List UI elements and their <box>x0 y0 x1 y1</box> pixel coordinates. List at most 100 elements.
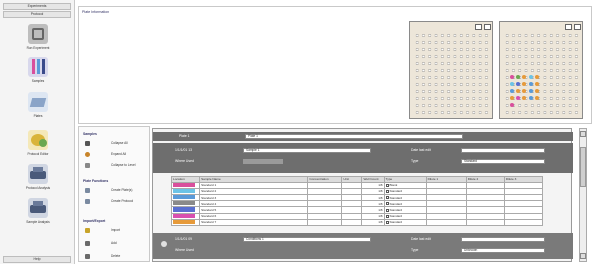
plate-view-2[interactable] <box>499 21 583 119</box>
plate-view-1[interactable] <box>409 21 493 119</box>
well[interactable] <box>516 89 520 93</box>
import-button[interactable]: Import <box>85 228 147 234</box>
concentration-cell[interactable] <box>307 218 343 226</box>
type-field[interactable]: Unknown <box>461 248 545 253</box>
well[interactable] <box>535 96 539 100</box>
well[interactable] <box>535 89 539 93</box>
delete-button[interactable]: Delete <box>85 254 147 260</box>
well[interactable] <box>522 96 526 100</box>
plate-button-1[interactable] <box>565 24 572 30</box>
type-checkbox[interactable] <box>385 221 389 224</box>
type-value: Standard <box>389 207 403 212</box>
date-last-edit-field[interactable] <box>461 148 545 153</box>
section-title-import-export: Import/Export <box>83 219 106 223</box>
type-checkbox[interactable] <box>385 190 389 194</box>
type-checkbox[interactable] <box>385 214 389 218</box>
well[interactable] <box>529 82 533 86</box>
plate-name-field[interactable]: Plate 1 <box>245 134 463 139</box>
expand-all-button[interactable]: Expand All <box>85 152 147 158</box>
well[interactable] <box>529 75 533 79</box>
type-checkbox[interactable] <box>385 208 389 212</box>
type-checkbox[interactable] <box>385 202 389 206</box>
plate-information-panel: Plate Information <box>78 6 592 124</box>
type-checkbox[interactable] <box>385 183 389 187</box>
scroll-down-button[interactable] <box>580 253 586 259</box>
run-experiment-icon <box>28 24 48 44</box>
create-protocol-icon <box>85 199 90 204</box>
dilute-cell[interactable] <box>465 218 505 226</box>
well[interactable] <box>535 75 539 79</box>
samples-table: Location Sample Name Concentration Unit … <box>170 176 544 226</box>
nav-plates[interactable]: Plates <box>18 92 58 118</box>
section-title-samples: Samples <box>83 132 97 136</box>
well[interactable] <box>510 103 514 107</box>
create-plate-icon <box>85 188 90 193</box>
plate-button-2[interactable] <box>574 24 581 30</box>
sample-name-field[interactable]: Sample 1 <box>243 148 371 153</box>
type-label: Type <box>411 248 419 252</box>
location-cell[interactable] <box>170 218 201 226</box>
add-icon <box>85 241 90 246</box>
collapse-icon <box>85 141 90 146</box>
condition-name-field[interactable]: Conditions 1 <box>243 237 371 242</box>
date-last-edit-field[interactable] <box>461 237 545 242</box>
add-button[interactable]: Add <box>85 241 147 247</box>
nav-help[interactable]: Help <box>3 256 71 263</box>
collapse-level-icon <box>85 163 90 168</box>
nav-protocol-editor[interactable]: Protocol Editor <box>18 130 58 156</box>
nav-sample-analysis[interactable]: Sample Analysis <box>18 198 58 224</box>
well[interactable] <box>522 82 526 86</box>
well-count-cell[interactable]: 1/8 <box>361 218 385 226</box>
protocol-analysis-icon <box>28 164 48 184</box>
well[interactable] <box>510 82 514 86</box>
sample-id-label: 1/1/1/01 13 <box>175 148 192 152</box>
create-protocol-button[interactable]: Create Protocol <box>85 199 147 205</box>
dilute-cell[interactable] <box>425 218 467 226</box>
plates-icon <box>28 92 48 112</box>
sample-detail-panel: Plate 1 Plate 1 1/1/1/01 13 Sample 1 Dat… <box>152 128 573 262</box>
panel-title: Plate Information <box>82 10 110 14</box>
well[interactable] <box>529 89 533 93</box>
type-cell[interactable]: Standard <box>383 218 427 226</box>
color-swatch <box>173 213 195 218</box>
type-field[interactable]: Standard <box>461 159 545 164</box>
plate-button-1[interactable] <box>475 24 482 30</box>
nav-run-experiment[interactable]: Run Experiment <box>18 24 58 50</box>
collapse-all-button[interactable]: Collapse All <box>85 141 147 147</box>
nav-protocol-analysis[interactable]: Protocol Analysis <box>18 164 58 190</box>
nav-experiments[interactable]: Experiments <box>3 3 71 10</box>
date-last-edit-label: Date last edit <box>411 148 431 152</box>
type-checkbox[interactable] <box>385 196 389 200</box>
expand-toggle-icon[interactable] <box>161 241 167 247</box>
well[interactable] <box>522 75 526 79</box>
type-value: Standard <box>389 189 403 194</box>
well[interactable] <box>516 82 520 86</box>
scroll-thumb[interactable] <box>580 147 586 187</box>
nav-protocol[interactable]: Protocol <box>3 11 71 18</box>
well[interactable] <box>510 96 514 100</box>
nav-samples[interactable]: Samples <box>18 57 58 83</box>
type-value: Standard <box>389 220 403 225</box>
well[interactable] <box>529 96 533 100</box>
plate-wells[interactable] <box>414 32 490 116</box>
dilute-cell[interactable] <box>503 218 544 226</box>
well[interactable] <box>522 89 526 93</box>
unit-cell[interactable] <box>341 218 363 226</box>
sample-name-cell[interactable]: Standard 7 <box>199 218 309 226</box>
plate-wells[interactable] <box>504 32 580 116</box>
well[interactable] <box>535 82 539 86</box>
well[interactable] <box>510 75 514 79</box>
plate-button-2[interactable] <box>484 24 491 30</box>
table-row[interactable]: Standard 7 1/8 Standard <box>170 218 544 226</box>
vertical-scrollbar[interactable] <box>579 128 587 262</box>
plate-header-bar: Plate 1 Plate 1 <box>153 132 573 141</box>
well[interactable] <box>516 75 520 79</box>
color-swatch <box>173 194 195 200</box>
where-used-label: Where Used <box>175 248 194 252</box>
collapse-to-level-button[interactable]: Collapse to Level <box>85 163 147 169</box>
create-plates-button[interactable]: Create Plate(s) <box>85 188 147 194</box>
well[interactable] <box>510 89 514 93</box>
scroll-up-button[interactable] <box>580 131 586 137</box>
well[interactable] <box>516 96 520 100</box>
where-used-field[interactable] <box>243 159 283 164</box>
